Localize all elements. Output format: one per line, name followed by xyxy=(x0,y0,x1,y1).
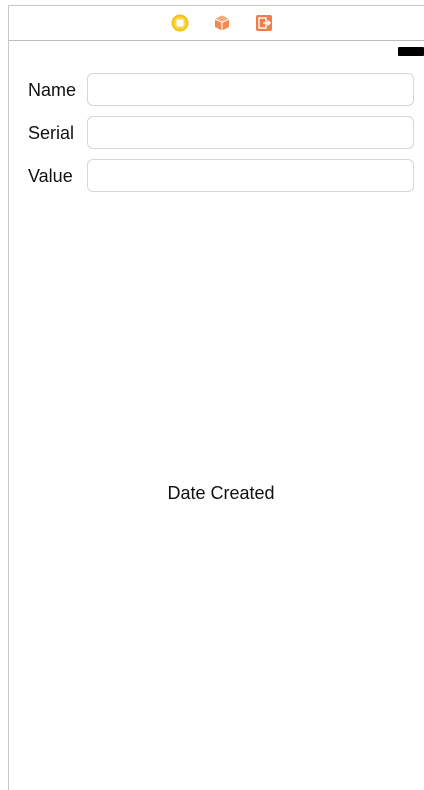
serial-field[interactable] xyxy=(87,116,414,149)
serial-label: Serial xyxy=(28,123,75,143)
scene-dock xyxy=(9,6,424,41)
value-label: Value xyxy=(28,166,73,186)
name-label: Name xyxy=(28,80,77,100)
battery-icon xyxy=(398,47,424,56)
serial-row: Serial xyxy=(28,116,415,150)
value-field[interactable] xyxy=(87,159,414,192)
name-field[interactable] xyxy=(87,73,414,106)
first-responder-icon[interactable] xyxy=(213,14,231,32)
storyboard-canvas: Name Serial Value Date Created xyxy=(0,0,424,790)
exit-icon[interactable] xyxy=(255,14,273,32)
value-row: Value xyxy=(28,159,415,193)
date-created-label: Date Created xyxy=(167,483,275,503)
view-controller-icon[interactable] xyxy=(171,14,189,32)
name-row: Name xyxy=(28,73,415,107)
